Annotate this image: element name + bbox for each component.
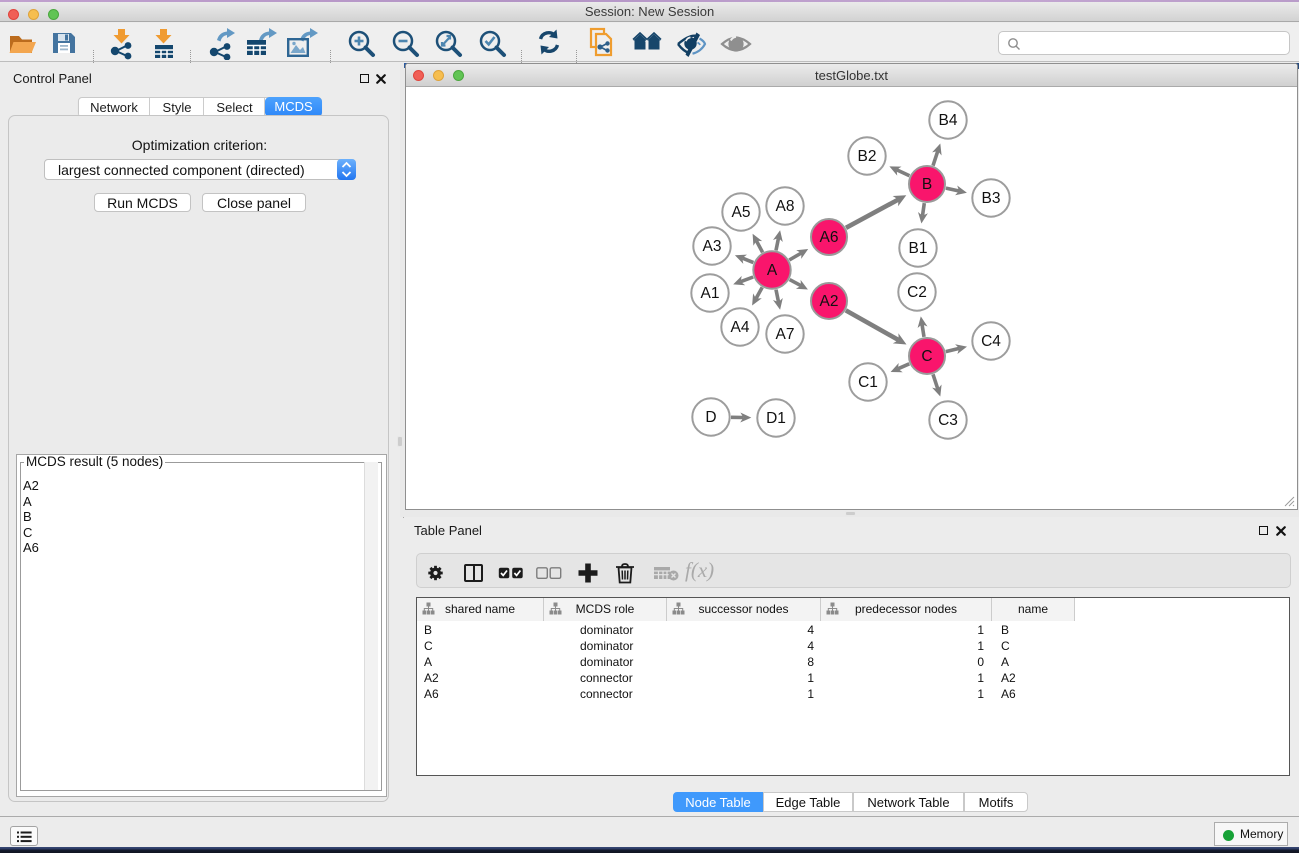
svg-text:B: B [922,176,932,193]
svg-text:A: A [767,262,778,279]
svg-text:A2: A2 [820,293,839,310]
svg-text:C2: C2 [907,284,927,301]
svg-text:C: C [921,348,932,365]
svg-text:A1: A1 [701,285,720,302]
svg-text:A5: A5 [732,204,751,221]
svg-text:A3: A3 [703,238,722,255]
svg-text:B1: B1 [909,240,928,257]
svg-text:C4: C4 [981,333,1001,350]
svg-text:A8: A8 [776,198,795,215]
svg-text:A7: A7 [776,326,795,343]
svg-text:B3: B3 [982,190,1001,207]
svg-text:C1: C1 [858,374,878,391]
svg-text:D1: D1 [766,410,786,427]
svg-text:B2: B2 [858,148,877,165]
svg-text:D: D [705,409,716,426]
svg-text:A4: A4 [731,319,750,336]
svg-text:C3: C3 [938,412,958,429]
svg-text:B4: B4 [939,112,958,129]
svg-text:A6: A6 [820,229,839,246]
